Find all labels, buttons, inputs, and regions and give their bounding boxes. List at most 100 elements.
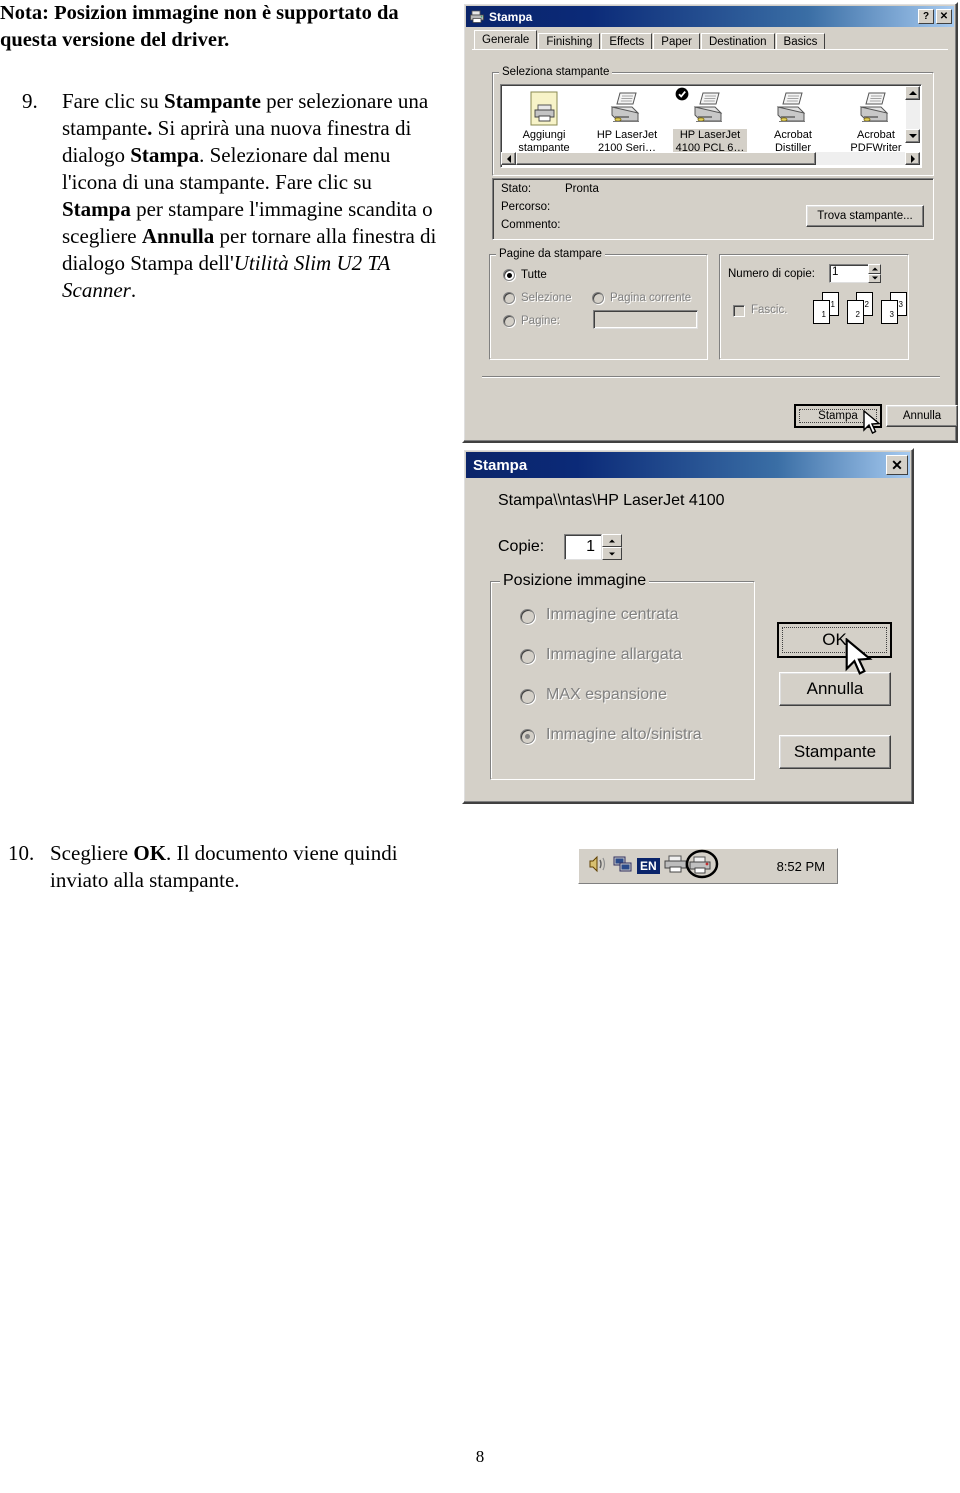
tab-label: Finishing — [546, 36, 593, 48]
radio-image-position-2[interactable] — [520, 689, 535, 704]
copies-input[interactable]: 1 — [829, 264, 869, 283]
instruction-step-9: 9. Fare clic su Stampante per selezionar… — [22, 88, 442, 304]
speaker-icon[interactable] — [587, 854, 609, 879]
close-icon[interactable]: ✕ — [886, 455, 908, 475]
chevron-up-icon — [908, 91, 917, 95]
pages-range-input[interactable] — [593, 310, 698, 329]
printer-list-item[interactable]: HP LaserJet 4100 PCL 6… — [673, 87, 747, 155]
radio-tutte[interactable] — [503, 269, 515, 281]
divider — [482, 376, 940, 378]
cancel-button-label: Annulla — [806, 679, 864, 698]
image-position-dialog[interactable]: Stampa ✕ Stampa\\ntas\HP LaserJet 4100 C… — [462, 448, 914, 804]
printer-button[interactable]: Stampante — [779, 735, 891, 769]
printer-list-scroll-left[interactable] — [501, 152, 516, 165]
tab-bar[interactable]: Generale Finishing Effects Paper Destination… — [474, 30, 826, 50]
collate-page-front: 1 — [813, 300, 830, 324]
printer-list-item[interactable]: Acrobat PDFWriter — [839, 89, 913, 155]
system-tray[interactable]: EN 8:52 PM — [578, 848, 838, 884]
tab-destination[interactable]: Destination — [700, 33, 775, 50]
printer-list-scroll-right[interactable] — [905, 152, 920, 165]
stepper-down[interactable] — [868, 273, 881, 283]
collate-label: Fascic. — [751, 304, 788, 316]
close-icon[interactable]: ✕ — [936, 9, 952, 24]
step-text: Scegliere OK. Il documento viene quindi … — [50, 841, 398, 892]
copies-stepper[interactable] — [602, 534, 622, 560]
printer-destination-text: Stampa\\ntas\HP LaserJet 4100 — [498, 492, 725, 509]
collate-page-pair: 33 — [879, 292, 913, 326]
image-position-group: Posizione immagine Immagine centrata Imma… — [490, 572, 755, 780]
radio-selezione[interactable] — [503, 292, 515, 304]
cancel-button[interactable]: Annulla — [779, 672, 891, 706]
copies-stepper[interactable] — [868, 264, 881, 283]
printer-highlighted-icon[interactable] — [685, 849, 719, 884]
printer-list-scroll-up[interactable] — [905, 86, 920, 100]
print-button-label: Stampa — [818, 410, 858, 422]
step-number: 9. — [22, 89, 38, 113]
printer-icon — [469, 9, 485, 25]
image-position-group-label: Posizione immagine — [500, 572, 650, 590]
page-number: 8 — [475, 1447, 485, 1466]
instruction-step-10: 10. Scegliere OK. Il documento viene qui… — [8, 840, 438, 894]
help-button[interactable]: ? — [918, 9, 934, 24]
printer-icon — [673, 87, 747, 127]
stepper-up[interactable] — [602, 534, 622, 547]
copies-label: Numero di copie: — [728, 268, 815, 280]
printer-icon — [839, 89, 913, 127]
copies-label: Copie: — [498, 538, 545, 555]
chevron-down-icon — [908, 134, 917, 138]
add-printer-icon — [507, 89, 581, 127]
printer-list-item[interactable]: Aggiungi stampante — [507, 89, 581, 155]
tab-label: Generale — [482, 34, 530, 46]
radio-pagina-corrente-label: Pagina corrente — [610, 292, 692, 304]
tab-generale[interactable]: Generale — [474, 30, 538, 50]
driver-note: Nota: Posizion immagine non è supportato… — [0, 2, 399, 51]
collate-page-front: 3 — [881, 300, 898, 324]
step-number: 10. — [8, 841, 35, 865]
chevron-right-icon — [910, 154, 915, 163]
radio-image-position-1[interactable] — [520, 649, 535, 664]
tab-effects[interactable]: Effects — [601, 33, 653, 50]
tab-label: Paper — [661, 36, 692, 48]
stepper-down[interactable] — [602, 547, 622, 560]
radio-image-position-3[interactable] — [520, 729, 535, 744]
print-button[interactable]: Stampa — [794, 404, 882, 428]
printer-label-line1: HP LaserJet — [673, 129, 747, 142]
pages-to-print-group: Pagine da stampare Tutte Selezione Pagin… — [489, 248, 708, 360]
copies-group: Numero di copie: 1 Fascic. 112233 — [719, 248, 909, 360]
printer-list-item[interactable]: Acrobat Distiller — [756, 89, 830, 155]
tab-label: Effects — [609, 36, 645, 48]
radio-image-position-0[interactable] — [520, 609, 535, 624]
printer-list-hscroll-thumb[interactable] — [516, 152, 816, 165]
comment-label: Commento: — [501, 219, 561, 231]
collate-page-pair: 22 — [845, 292, 879, 326]
printer-label-line1: Acrobat — [857, 129, 895, 141]
radio-image-position-label-3: Immagine alto/sinistra — [546, 726, 702, 743]
ok-button[interactable]: OK — [777, 622, 892, 658]
printer-icon — [590, 89, 664, 127]
pages-group-label: Pagine da stampare — [496, 248, 605, 261]
language-indicator[interactable]: EN — [637, 858, 660, 874]
printer-label-line1: Aggiungi — [522, 129, 566, 141]
clock: 8:52 PM — [776, 858, 825, 874]
radio-pagine[interactable] — [503, 315, 515, 327]
radio-image-position-label-1: Immagine allargata — [546, 646, 683, 663]
print-dialog-titlebar[interactable]: Stampa ? ✕ — [466, 6, 954, 27]
copies-input[interactable]: 1 — [564, 534, 602, 560]
find-printer-button[interactable]: Trova stampante... — [806, 205, 924, 227]
tab-label: Basics — [783, 36, 818, 48]
print-dialog[interactable]: Stampa ? ✕ Generale Finishing Effects Paper… — [462, 2, 958, 443]
radio-selezione-label: Selezione — [521, 292, 572, 304]
cancel-button[interactable]: Annulla — [886, 405, 958, 427]
tab-finishing[interactable]: Finishing — [538, 33, 601, 50]
network-icon[interactable] — [612, 854, 634, 879]
status-value: Pronta — [565, 183, 599, 195]
tab-basics[interactable]: Basics — [775, 33, 826, 50]
cancel-button-label: Annulla — [902, 410, 942, 422]
printer-list-item[interactable]: HP LaserJet 2100 Seri… — [590, 89, 664, 155]
printer-list-scroll-down[interactable] — [905, 129, 920, 143]
stepper-up[interactable] — [868, 264, 881, 274]
tab-paper[interactable]: Paper — [653, 33, 700, 50]
radio-pagina-corrente[interactable] — [592, 292, 604, 304]
image-position-titlebar[interactable]: Stampa ✕ — [466, 452, 910, 478]
collate-checkbox[interactable] — [733, 305, 745, 317]
